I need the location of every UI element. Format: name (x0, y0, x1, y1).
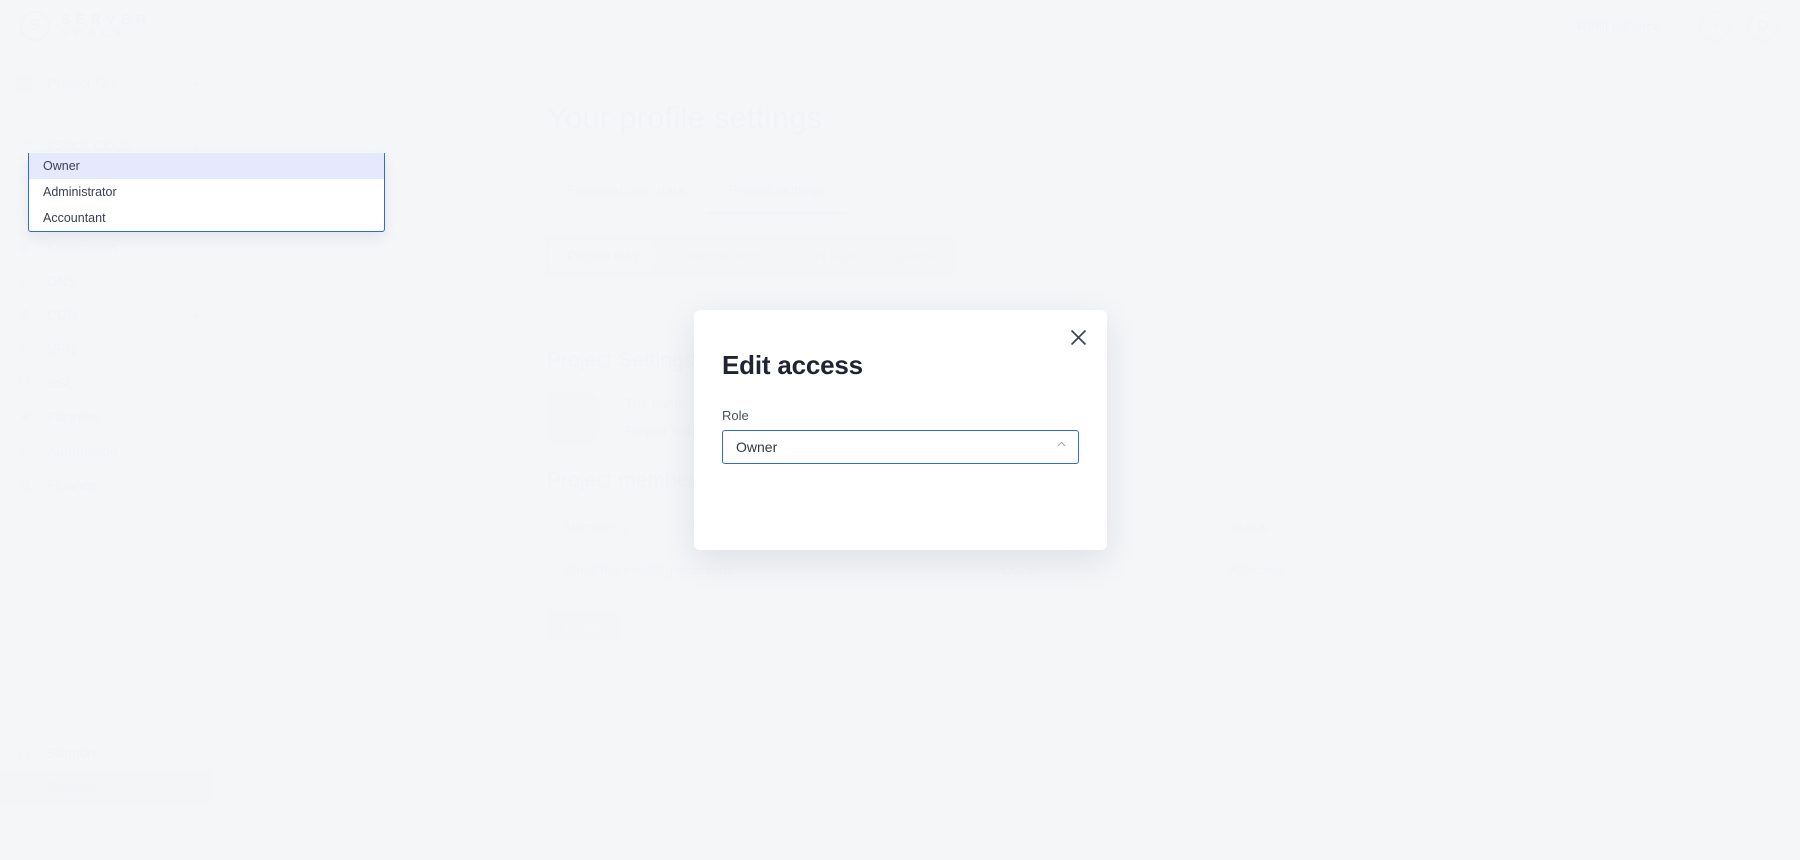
chevron-up-icon (1055, 438, 1068, 456)
role-option-accountant[interactable]: Accountant (29, 205, 384, 231)
role-option-owner[interactable]: Owner (29, 153, 384, 179)
edit-access-modal: Edit access Role Owner (694, 310, 1107, 550)
role-select[interactable]: Owner (722, 430, 1079, 464)
modal-title: Edit access (722, 350, 863, 380)
close-icon[interactable] (1063, 322, 1093, 352)
app-root: S SERVER SPACE Refill balance + D Projec… (0, 0, 1800, 860)
role-field-label: Role (722, 408, 749, 423)
role-dropdown-list: Owner Administrator Accountant (28, 153, 385, 232)
role-select-value: Owner (736, 439, 778, 455)
role-option-administrator[interactable]: Administrator (29, 179, 384, 205)
